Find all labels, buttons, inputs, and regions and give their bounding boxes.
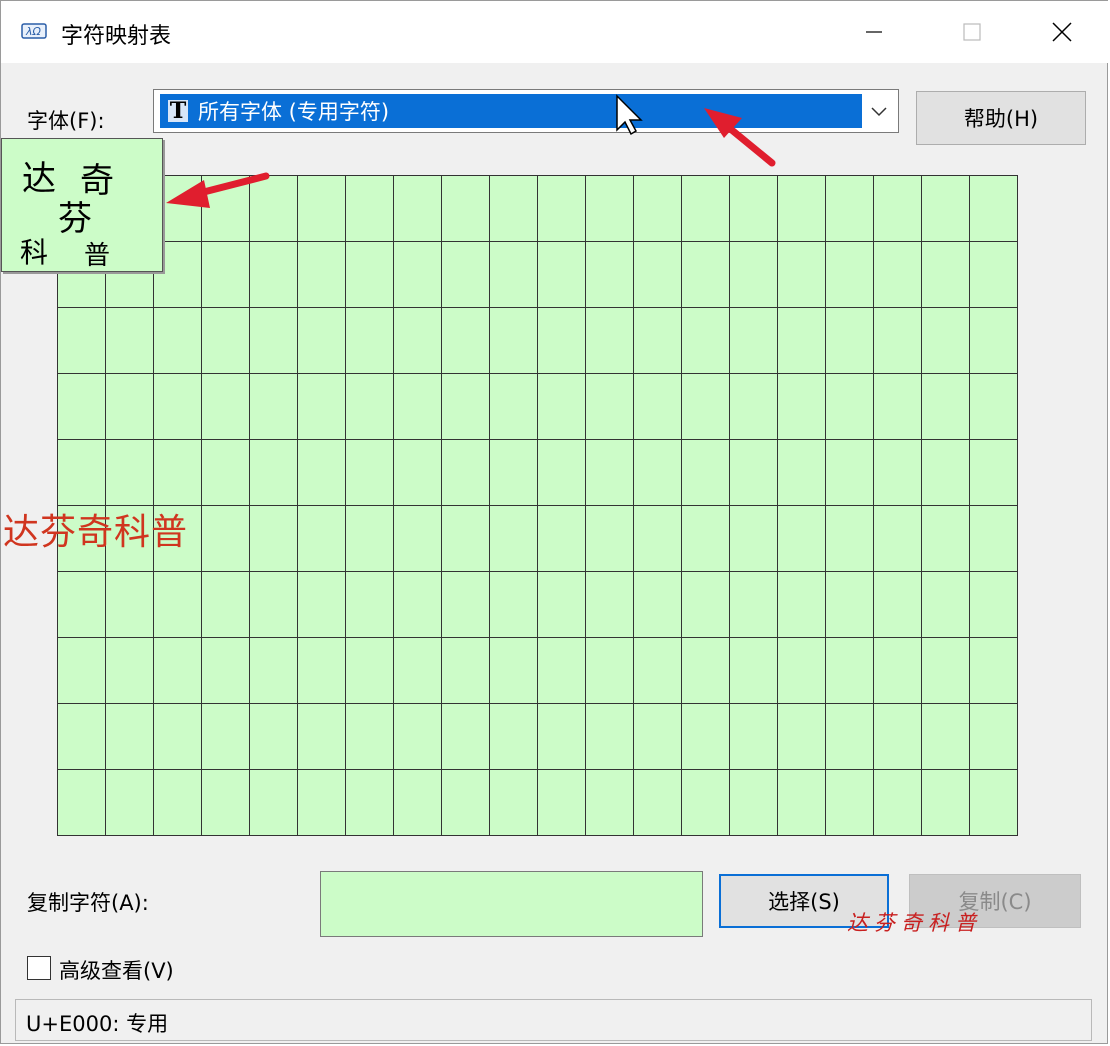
red-arrow-icon <box>704 108 776 167</box>
mouse-cursor-icon <box>616 94 643 136</box>
annotation-overlay <box>166 94 776 208</box>
red-arrow-icon <box>166 172 270 208</box>
